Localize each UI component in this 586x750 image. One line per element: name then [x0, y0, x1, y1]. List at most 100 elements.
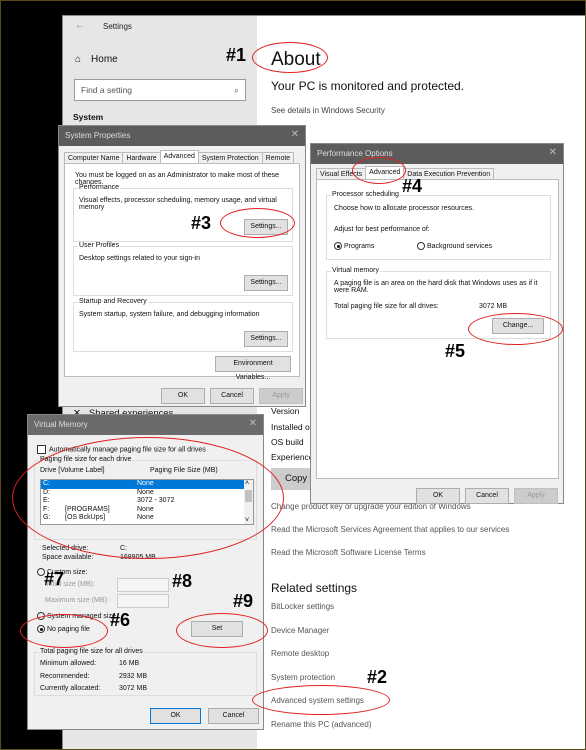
annotation-label-1: #1: [226, 45, 247, 65]
selected-drive-label: Selected drive:: [42, 545, 89, 552]
ok-button[interactable]: OK: [416, 488, 460, 504]
search-placeholder: Find a setting: [81, 85, 133, 95]
drive-list[interactable]: C: None D: None E: 3072 - 3072 F: [PROGRAMS] Non…: [40, 479, 254, 525]
startup-recovery-label: Startup and Recovery: [78, 298, 148, 305]
close-icon[interactable]: ✕: [549, 148, 557, 159]
license-terms-link[interactable]: Read the Microsoft Software License Term…: [271, 548, 426, 557]
virtual-memory-desc: A paging file is an area on the hard dis…: [334, 280, 538, 294]
initial-size-input[interactable]: [117, 578, 169, 592]
scroll-down-icon[interactable]: ˅: [245, 517, 249, 524]
apply-button: Apply: [514, 488, 558, 504]
dialog-title: System Properties: [65, 131, 131, 140]
performance-settings-button[interactable]: Settings...: [244, 219, 288, 235]
user-profiles-group: User Profiles Desktop settings related t…: [73, 242, 293, 296]
space-available-label: Space available:: [42, 554, 94, 561]
close-icon[interactable]: ✕: [291, 130, 299, 141]
related-settings-title: Related settings: [271, 581, 358, 595]
ok-button[interactable]: OK: [150, 708, 201, 724]
cancel-button[interactable]: Cancel: [465, 488, 509, 504]
programs-radio[interactable]: Programs: [334, 242, 374, 250]
info-os-build: OS build: [271, 437, 304, 447]
user-profiles-settings-button[interactable]: Settings...: [244, 275, 288, 291]
adjust-label: Adjust for best performance of:: [334, 226, 430, 233]
virtual-memory-titlebar: Virtual Memory ✕: [28, 415, 263, 435]
drive-row[interactable]: C: None: [41, 480, 253, 489]
maximum-size-label: Maximum size (MB):: [45, 597, 109, 604]
scroll-thumb[interactable]: [245, 490, 252, 502]
paging-per-drive-group: Paging file size for each drive Drive [V…: [34, 456, 257, 540]
drive-drive: D:: [43, 488, 50, 496]
annotation-label-4: #4: [402, 176, 423, 196]
programs-label: Programs: [344, 242, 375, 250]
system-protection-link[interactable]: System protection: [271, 673, 335, 682]
annotation-label-2: #2: [367, 667, 388, 687]
services-agreement-link[interactable]: Read the Microsoft Services Agreement th…: [271, 525, 509, 534]
page-title: About: [271, 49, 321, 70]
sidebar-home[interactable]: ⌂ Home: [75, 54, 118, 65]
performance-options-titlebar: Performance Options ✕: [311, 144, 563, 164]
info-experience: Experience: [271, 452, 314, 462]
bitlocker-link[interactable]: BitLocker settings: [271, 602, 334, 611]
tab-advanced[interactable]: Advanced: [159, 150, 199, 164]
min-allowed-value: 16 MB: [119, 660, 140, 667]
total-paging-value: 3072 MB: [479, 303, 508, 310]
sidebar-section-system: System: [73, 112, 104, 122]
radio-selected-icon: [334, 242, 342, 250]
processor-scheduling-desc: Choose how to allocate processor resourc…: [334, 205, 475, 212]
recommended-label: Recommended:: [40, 673, 90, 680]
recommended-value: 2932 MB: [119, 673, 148, 680]
device-manager-link[interactable]: Device Manager: [271, 626, 329, 635]
home-label: Home: [91, 54, 118, 65]
rename-pc-link[interactable]: Rename this PC (advanced): [271, 720, 372, 729]
drive-label: [PROGRAMS]: [65, 505, 110, 513]
drive-rows: C: None D: None E: 3072 - 3072 F: [PROGRAMS] Non…: [41, 480, 253, 523]
back-arrow-icon[interactable]: ←: [75, 20, 85, 31]
remote-desktop-link[interactable]: Remote desktop: [271, 649, 329, 658]
currently-allocated-label: Currently allocated:: [40, 685, 101, 692]
annotation-label-9: #9: [233, 591, 254, 611]
system-properties-titlebar: System Properties ✕: [59, 126, 305, 146]
drive-row[interactable]: F: [PROGRAMS] None: [41, 506, 253, 515]
startup-recovery-settings-button[interactable]: Settings...: [244, 331, 288, 347]
annotation-label-5: #5: [445, 341, 466, 361]
environment-variables-button[interactable]: Environment Variables...: [215, 356, 291, 381]
drive-list-scrollbar[interactable]: ˄ ˅: [244, 480, 253, 524]
drive-row[interactable]: G: [OS BckUps] None: [41, 514, 253, 523]
currently-allocated-value: 3072 MB: [119, 685, 148, 692]
virtual-memory-label: Virtual memory: [331, 267, 380, 274]
search-input[interactable]: Find a setting ⌕: [74, 79, 246, 101]
cancel-button[interactable]: Cancel: [210, 388, 254, 404]
change-button[interactable]: Change...: [492, 318, 544, 334]
auto-manage-checkbox[interactable]: Automatically manage paging file size fo…: [37, 445, 206, 454]
set-button[interactable]: Set: [191, 621, 243, 637]
drive-size: None: [137, 480, 154, 487]
drive-row[interactable]: E: 3072 - 3072: [41, 497, 253, 506]
drive-row[interactable]: D: None: [41, 489, 253, 498]
annotation-label-7: #7: [44, 569, 65, 589]
virtual-memory-group: Virtual memory A paging file is an area …: [326, 267, 551, 339]
auto-manage-label: Automatically manage paging file size fo…: [49, 446, 206, 454]
processor-scheduling-group: Processor scheduling Choose how to alloc…: [326, 191, 551, 260]
processor-scheduling-label: Processor scheduling: [331, 191, 400, 198]
close-icon[interactable]: ✕: [249, 419, 257, 430]
user-profiles-desc: Desktop settings related to your sign-in: [79, 255, 201, 262]
no-paging-file-radio[interactable]: No paging file: [37, 625, 90, 633]
maximum-size-input[interactable]: [117, 594, 169, 608]
background-services-radio[interactable]: Background services: [417, 242, 492, 250]
drive-label: [65, 480, 137, 489]
drive-drive: F:: [43, 505, 50, 513]
advanced-system-settings-link[interactable]: Advanced system settings: [271, 696, 364, 705]
selected-drive-value: C:: [120, 545, 127, 552]
system-managed-radio[interactable]: System managed size: [37, 612, 116, 620]
cancel-button[interactable]: Cancel: [208, 708, 259, 724]
apply-button: Apply: [259, 388, 303, 404]
see-details-link[interactable]: See details in Windows Security: [271, 106, 385, 115]
ok-button[interactable]: OK: [161, 388, 205, 404]
tab-advanced[interactable]: Advanced: [365, 166, 405, 180]
protection-status: Your PC is monitored and protected.: [271, 79, 465, 93]
paging-per-drive-label: Paging file size for each drive: [39, 456, 133, 463]
drive-size: 3072 - 3072: [137, 497, 175, 504]
scroll-up-icon[interactable]: ˄: [245, 480, 249, 487]
performance-desc: Visual effects, processor scheduling, me…: [79, 197, 277, 211]
space-available-value: 168905 MB: [120, 554, 156, 561]
